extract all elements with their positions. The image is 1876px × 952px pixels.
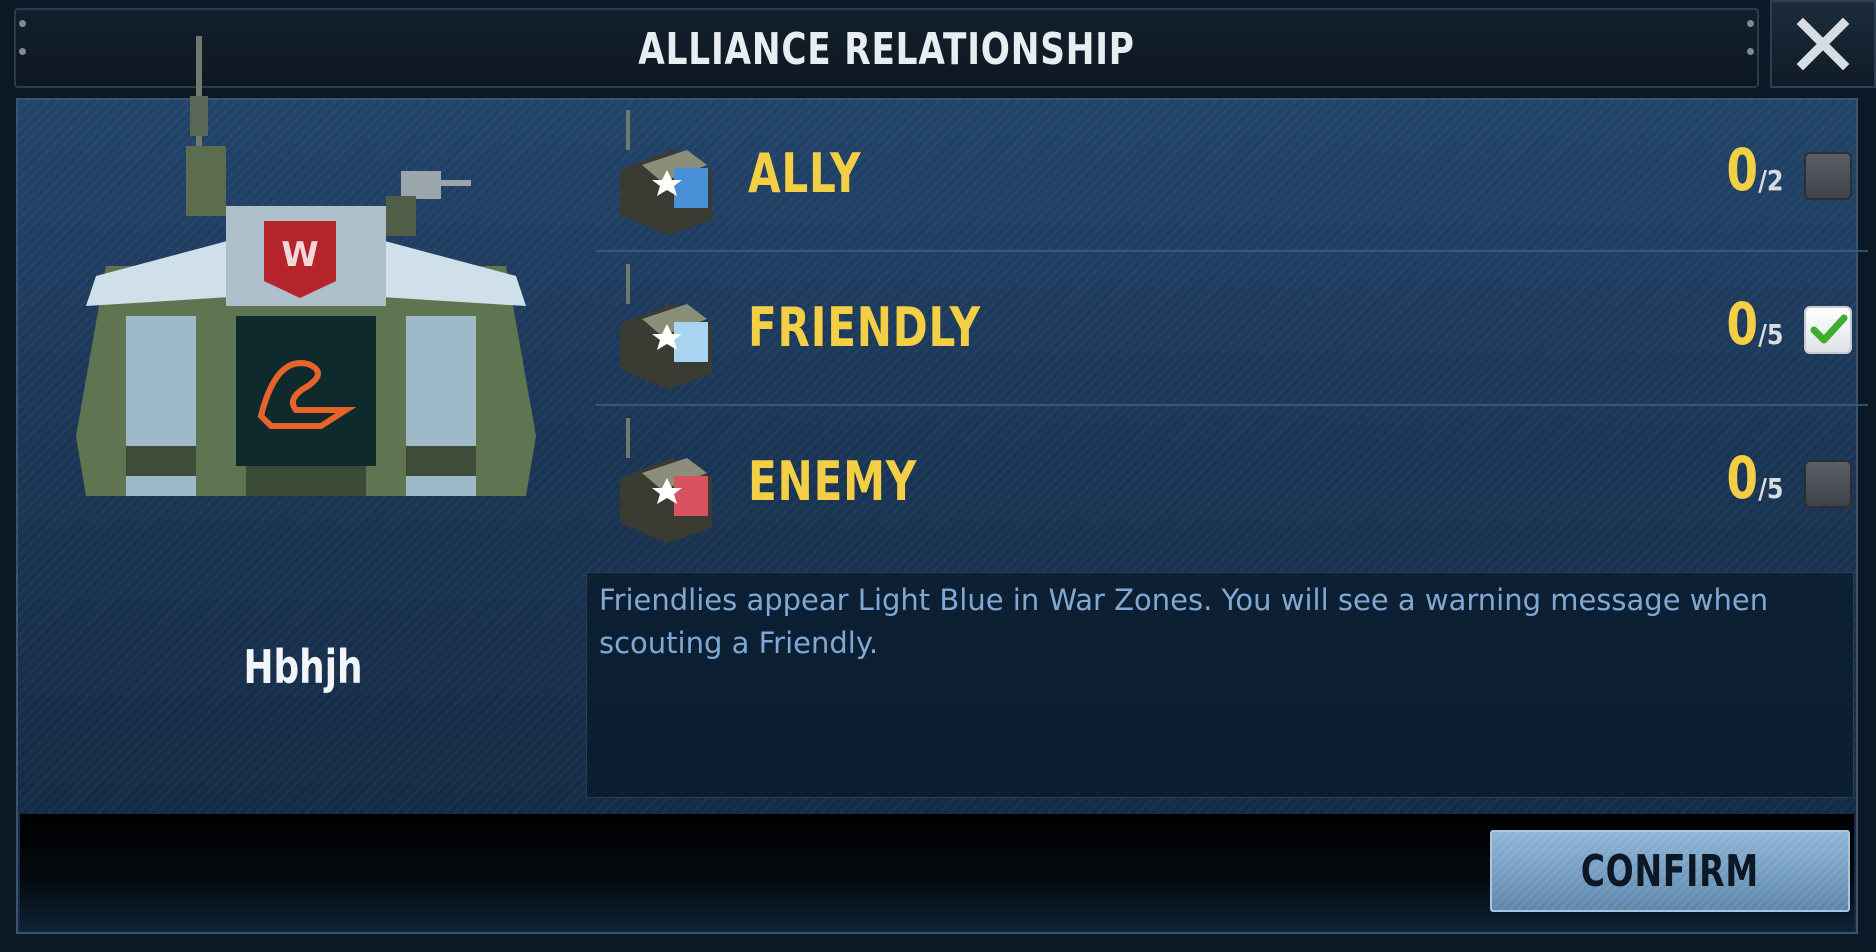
checkmark-icon	[1810, 314, 1848, 344]
relationship-label: ENEMY	[748, 450, 918, 513]
description-box: Friendlies appear Light Blue in War Zone…	[586, 572, 1854, 798]
relationship-count: 0/2	[1726, 136, 1784, 204]
alliance-hq-building-icon: W	[76, 36, 536, 496]
enemy-base-icon	[620, 418, 712, 543]
relationship-label: ALLY	[748, 142, 862, 205]
relationship-label: FRIENDLY	[748, 296, 981, 359]
svg-text:W: W	[281, 235, 319, 275]
confirm-label: CONFIRM	[1580, 845, 1760, 897]
friendly-checkbox[interactable]	[1804, 306, 1852, 354]
close-x-icon	[1796, 17, 1850, 71]
ally-checkbox[interactable]	[1804, 152, 1852, 200]
confirm-button[interactable]: CONFIRM	[1490, 830, 1850, 912]
relationship-count: 0/5	[1726, 444, 1784, 512]
enemy-checkbox[interactable]	[1804, 460, 1852, 508]
relationship-count: 0/5	[1726, 290, 1784, 358]
alliance-info: W Hbhjh	[18, 36, 588, 800]
footer-bar: CONFIRM	[20, 814, 1854, 932]
relationship-row-ally[interactable]: ALLY 0/2	[596, 100, 1868, 252]
description-text: Friendlies appear Light Blue in War Zone…	[599, 583, 1769, 660]
main-panel: W Hbhjh ALLY 0/2 FRIENDLY 0/5 ENEMY 0/5 …	[16, 36, 1868, 934]
alliance-name: Hbhjh	[243, 640, 363, 694]
relationship-row-friendly[interactable]: FRIENDLY 0/5	[596, 254, 1868, 406]
ally-base-icon	[620, 110, 712, 235]
relationship-row-enemy[interactable]: ENEMY 0/5	[596, 408, 1868, 560]
close-button[interactable]	[1770, 0, 1876, 88]
friendly-base-icon	[620, 264, 712, 389]
alliance-relationship-dialog: ALLIANCE RELATIONSHIP W Hbhjh ALLY 0/2 F…	[0, 0, 1876, 952]
